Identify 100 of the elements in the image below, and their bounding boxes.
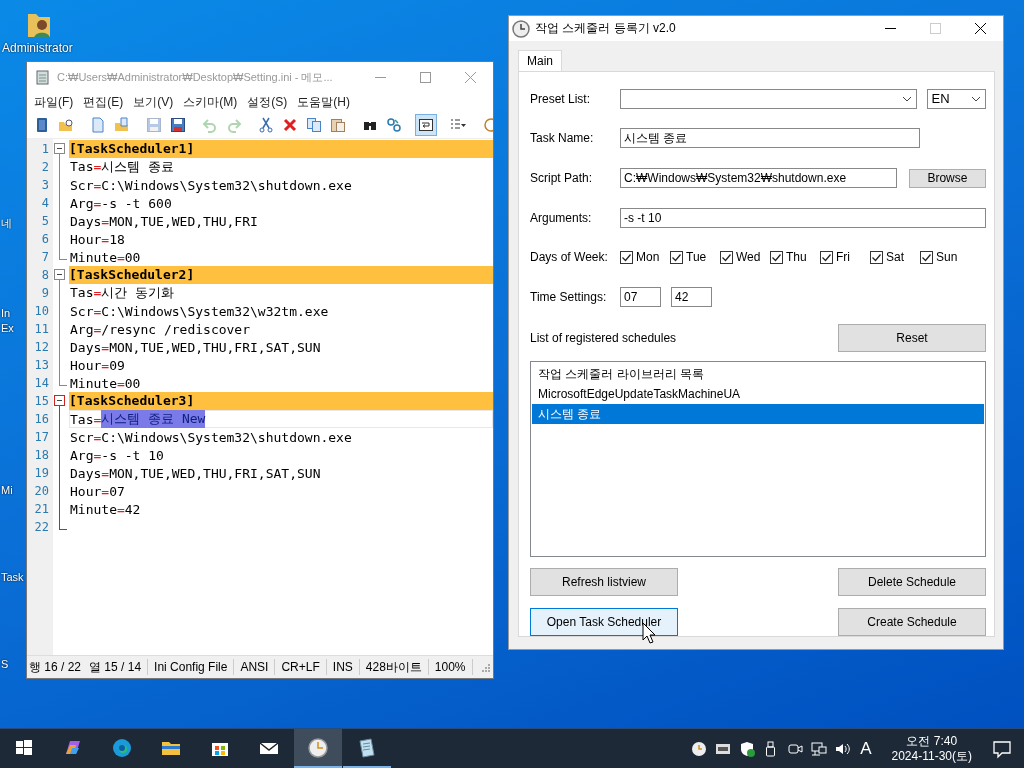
checkbox[interactable]: [770, 250, 783, 264]
line-number: 6: [40, 232, 50, 246]
menu-item[interactable]: 설정(S): [242, 93, 293, 111]
line-number: 2: [40, 160, 50, 174]
resize-grip-icon[interactable]: [479, 661, 491, 673]
field-label: Task Name:: [530, 131, 595, 146]
line-number: 5: [40, 214, 50, 228]
fold-toggle-icon[interactable]: [53, 140, 67, 158]
checkbox[interactable]: [920, 250, 933, 264]
input-indicator[interactable]: A: [860, 738, 872, 759]
task-name-field[interactable]: 시스템 종료: [620, 128, 920, 149]
checkbox-label[interactable]: Thu: [786, 250, 807, 265]
desktop-icon-label[interactable]: Mi: [1, 483, 13, 497]
delete-button[interactable]: Delete Schedule: [838, 567, 986, 596]
line-number: 8: [40, 268, 50, 282]
chevron-down-icon: [901, 95, 912, 102]
checkbox-label[interactable]: Sun: [936, 250, 958, 265]
clock-time[interactable]: 오전 7:40: [906, 733, 958, 749]
section-header: [TaskScheduler3]: [69, 392, 493, 410]
checkbox[interactable]: [820, 250, 833, 264]
code-line: Minute=42: [70, 501, 141, 517]
code-line: Days=MON,TUE,WED,THU,FRI: [70, 213, 258, 229]
refresh-button[interactable]: Refresh listview: [530, 567, 678, 596]
checkbox-label[interactable]: Wed: [736, 250, 761, 265]
line-number: 3: [40, 178, 50, 192]
script-path-field[interactable]: C:₩Windows₩System32₩shutdown.exe: [620, 168, 897, 189]
arguments-field[interactable]: -s -t 10: [620, 207, 986, 228]
clock-tray-icon[interactable]: [690, 739, 709, 758]
code-line: Minute=00: [70, 375, 141, 391]
shield-tray-icon[interactable]: [738, 739, 757, 758]
toolbar-button[interactable]: [415, 114, 437, 136]
code-line: Hour=09: [70, 357, 125, 373]
wrap-icon: [418, 117, 434, 133]
status-text: INS: [332, 660, 353, 674]
desktop-icon-label[interactable]: S: [1, 657, 9, 671]
status-text: CR+LF: [281, 660, 320, 674]
new-icon: [90, 117, 106, 133]
code-line: Days=MON,TUE,WED,THU,FRI,SAT,SUN: [70, 465, 321, 481]
menu-item[interactable]: 도움말(H): [292, 93, 355, 111]
window-title: 작업 스케줄러 등록기 v2.0: [535, 20, 677, 37]
desktop-icon-label[interactable]: Ex: [1, 321, 14, 335]
clock-icon: [512, 19, 530, 38]
checkbox[interactable]: [670, 250, 683, 264]
tab[interactable]: Main: [518, 50, 562, 71]
maximize-icon[interactable]: [420, 71, 431, 83]
menu-item[interactable]: 파일(F): [29, 93, 79, 111]
checkbox[interactable]: [870, 250, 883, 264]
desktop-icon-label[interactable]: Administrator: [2, 41, 73, 55]
minute-field[interactable]: 42: [671, 286, 712, 307]
open-icon: [114, 117, 130, 133]
line-number: 15: [33, 394, 50, 408]
line-number: 21: [33, 502, 50, 516]
clock-date[interactable]: 2024-11-30(토): [891, 748, 972, 764]
menu-item[interactable]: 스키마(M): [178, 93, 243, 111]
copy-icon: [306, 117, 322, 133]
menu-item[interactable]: 보기(V): [128, 93, 179, 111]
network-tray-icon[interactable]: [810, 739, 829, 758]
checkbox[interactable]: [620, 250, 633, 264]
line-number: 11: [33, 322, 50, 336]
line-number: 17: [33, 430, 50, 444]
status-text: 행 16 / 22: [29, 658, 82, 676]
redo-icon: [226, 117, 242, 133]
status-text: 428바이트: [365, 658, 422, 676]
code-line: Scr=C:\Windows\System32\shutdown.exe: [70, 429, 352, 445]
line-number: 9: [40, 286, 50, 300]
menu-item[interactable]: 편집(E): [78, 93, 129, 111]
preset-dropdown[interactable]: [620, 88, 917, 109]
checkbox-label[interactable]: Tue: [686, 250, 707, 265]
folder-search-icon: [58, 117, 74, 133]
code-line: Hour=18: [70, 231, 125, 247]
open-scheduler-button[interactable]: Open Task Scheduler: [530, 607, 678, 636]
fold-toggle-icon[interactable]: [53, 392, 67, 410]
code-line: Arg=-s -t 10: [70, 447, 164, 463]
code-line: Minute=00: [70, 249, 141, 265]
browse-button[interactable]: Browse: [908, 168, 986, 188]
checkbox-label[interactable]: Mon: [636, 250, 660, 265]
code-line: Arg=/resync /rediscover: [70, 321, 251, 337]
list-item[interactable]: 작업 스케줄러 라이브러리 목록: [532, 363, 984, 384]
window-title: C:₩Users₩Administrator₩Desktop₩Setting.ini - 메모...: [57, 69, 334, 85]
hour-field[interactable]: 07: [620, 286, 661, 307]
line-number: 22: [33, 520, 50, 534]
reset-button[interactable]: Reset: [838, 323, 986, 352]
fold-toggle-icon[interactable]: [53, 266, 67, 284]
checkbox[interactable]: [720, 250, 733, 264]
checkbox-label[interactable]: Fri: [836, 250, 850, 265]
language-dropdown[interactable]: EN: [926, 88, 986, 109]
create-button[interactable]: Create Schedule: [838, 607, 986, 636]
desktop-icon-label[interactable]: In: [1, 306, 11, 320]
section-header: [TaskScheduler1]: [69, 140, 493, 158]
clock-taskbar-button[interactable]: [294, 729, 342, 768]
code-line: Scr=C:\Windows\System32\shutdown.exe: [70, 177, 352, 193]
list-item[interactable]: MicrosoftEdgeUpdateTaskMachineUA: [532, 383, 984, 404]
checkbox-label[interactable]: Sat: [886, 250, 904, 265]
list-item[interactable]: 시스템 종료: [532, 403, 984, 424]
line-number: 16: [33, 412, 50, 426]
line-number: 1: [40, 142, 50, 156]
desktop-icon-label[interactable]: 네: [1, 216, 12, 230]
close-icon[interactable]: [975, 23, 986, 34]
desktop-icon-label[interactable]: Task: [1, 570, 24, 584]
notification-icon[interactable]: [992, 738, 1012, 759]
